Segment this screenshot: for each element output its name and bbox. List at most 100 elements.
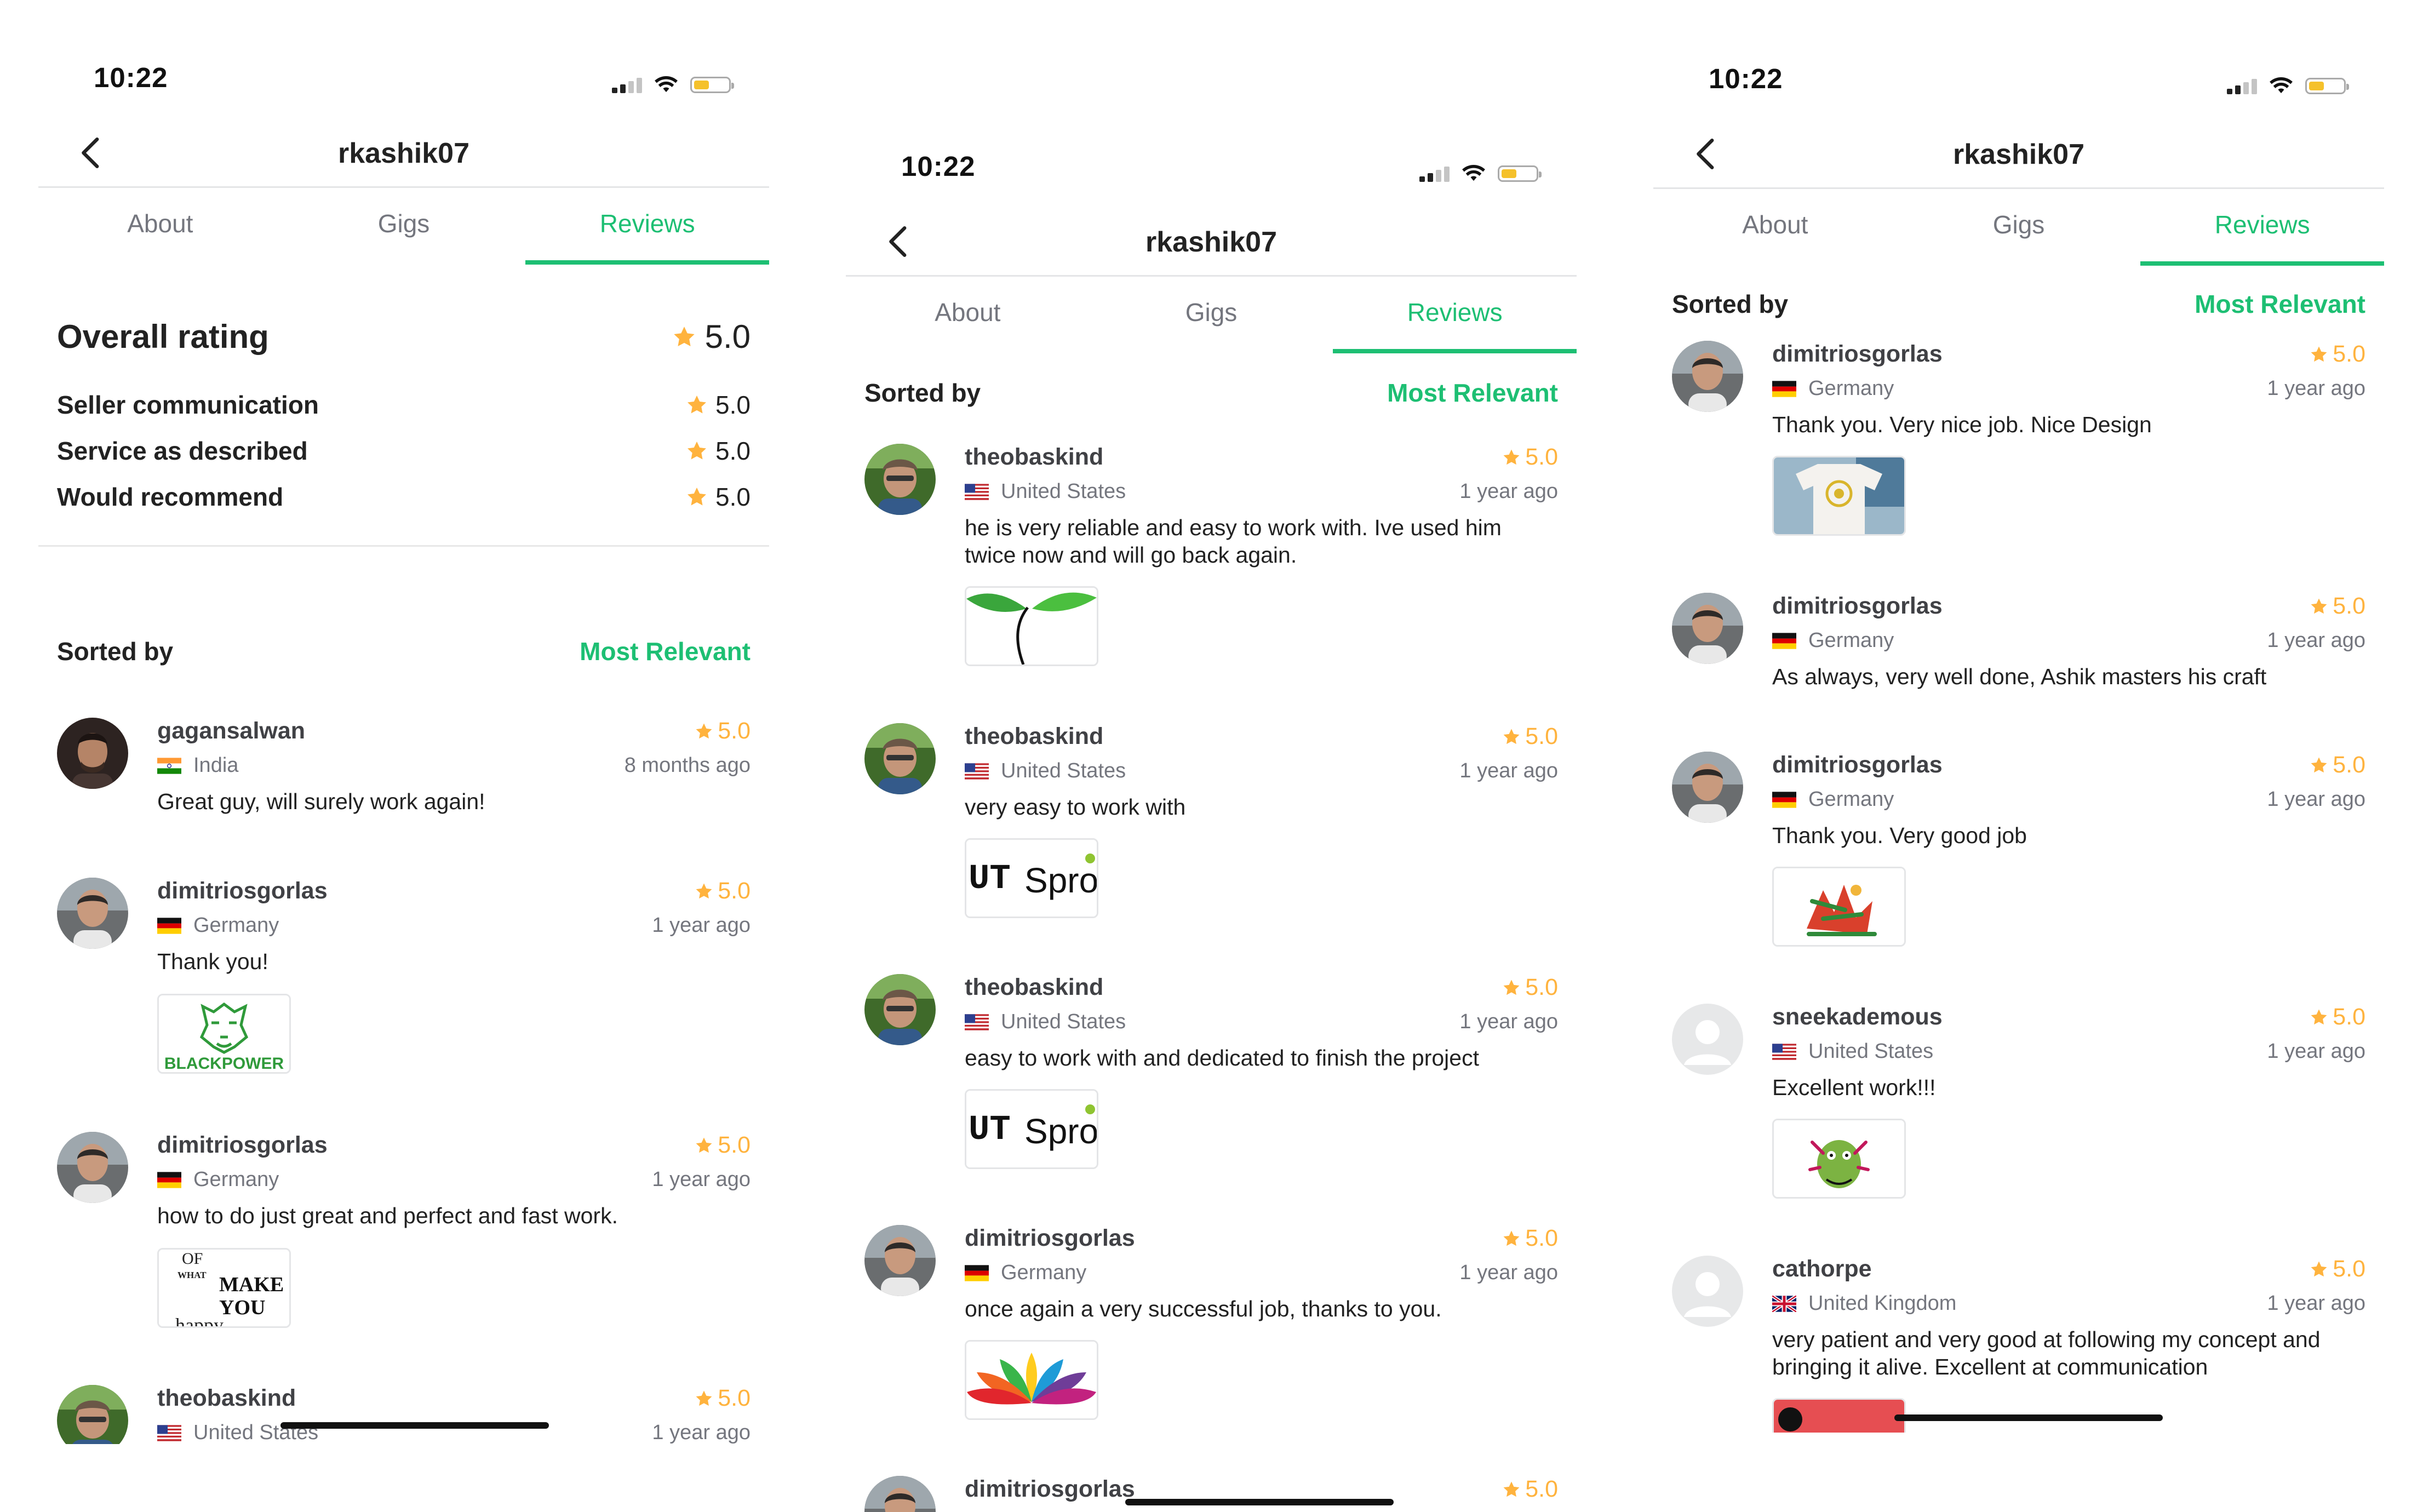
home-indicator[interactable] (1125, 1499, 1394, 1505)
review-attachment-thumbnail[interactable] (965, 586, 1098, 666)
avatar[interactable] (864, 1476, 936, 1512)
review-attachment-thumbnail[interactable]: OF WHAT MAKE YOU happy (157, 1248, 291, 1328)
default-avatar-icon[interactable] (1672, 1256, 1743, 1327)
flag-us-icon (965, 1014, 989, 1030)
tab-reviews[interactable]: Reviews (2140, 189, 2384, 266)
illustration-image (1774, 1120, 1904, 1197)
avatar[interactable] (864, 723, 936, 794)
tab-reviews[interactable]: Reviews (1333, 277, 1577, 353)
battery-icon (1498, 165, 1542, 182)
reviewer-name[interactable]: theobaskind (965, 444, 1103, 471)
tiger-logo-image: BLACKPOWER (159, 995, 289, 1072)
page-title: rkashik07 (338, 138, 469, 169)
reviewer-name[interactable]: dimitriosgorlas (965, 1476, 1135, 1503)
star-icon (695, 882, 713, 901)
sort-label: Sorted by (1672, 290, 1789, 318)
flag-germany-icon (1772, 633, 1796, 649)
tab-gigs[interactable]: Gigs (282, 188, 526, 265)
avatar[interactable] (864, 1225, 936, 1296)
reviewer-name[interactable]: dimitriosgorlas (1772, 341, 1943, 368)
reviewer-name[interactable]: sneekademous (1772, 1004, 1943, 1030)
review-rating: 5.0 (2310, 752, 2365, 778)
reviewer-name[interactable]: theobaskind (157, 1385, 296, 1412)
battery-icon (690, 77, 734, 93)
review-attachment-thumbnail[interactable] (1772, 1119, 1906, 1199)
reviewer-name[interactable]: theobaskind (965, 974, 1103, 1001)
avatar[interactable] (1672, 593, 1743, 664)
review-text: he is very reliable and easy to work wit… (965, 515, 1502, 568)
battery-icon (2305, 78, 2349, 94)
logo-image: UT Spro (966, 840, 1097, 917)
review-attachment-thumbnail[interactable] (1772, 867, 1906, 947)
status-bar: 10:22 (0, 0, 807, 93)
sort-dropdown[interactable]: Most Relevant (2195, 289, 2365, 319)
review-rating: 5.0 (2310, 341, 2365, 368)
tab-bar: About Gigs Reviews (846, 277, 1577, 353)
review-attachment-thumbnail[interactable]: UT Spro (965, 838, 1098, 918)
reviewer-country: United Kingdom (1772, 1292, 1956, 1315)
review-time: 1 year ago (652, 914, 751, 937)
avatar[interactable] (57, 878, 128, 949)
review-text: easy to work with and dedicated to finis… (965, 1045, 1479, 1070)
reviewer-country: United States (965, 480, 1126, 503)
thumb-text: UT (969, 1110, 1011, 1150)
star-icon (2310, 1260, 2328, 1279)
avatar[interactable] (57, 718, 128, 789)
flag-us-icon (157, 1425, 181, 1441)
tab-reviews[interactable]: Reviews (525, 188, 769, 265)
lotus-logo-image (966, 1342, 1097, 1418)
flag-us-icon (965, 763, 989, 780)
reviewer-name[interactable]: dimitriosgorlas (1772, 752, 1943, 778)
reviewer-country: Germany (1772, 629, 1894, 652)
tab-gigs[interactable]: Gigs (1090, 277, 1333, 353)
star-icon (695, 722, 713, 741)
avatar[interactable] (864, 444, 936, 515)
home-indicator[interactable] (1894, 1414, 2163, 1421)
reviewer-name[interactable]: dimitriosgorlas (1772, 593, 1943, 620)
avatar[interactable] (1672, 341, 1743, 412)
overall-rating-value: 5.0 (672, 318, 751, 356)
tab-about[interactable]: About (846, 277, 1090, 353)
logo-image: UT Spro (966, 1091, 1097, 1167)
review-time: 1 year ago (1459, 480, 1558, 503)
review-text: Excellent work!!! (1772, 1075, 1936, 1100)
tab-about[interactable]: About (1653, 189, 1897, 266)
overall-rating-title: Overall rating (57, 318, 269, 355)
rating-row-value: 5.0 (686, 436, 751, 466)
reviewer-name[interactable]: gagansalwan (157, 718, 305, 744)
review-attachment-thumbnail[interactable] (965, 1340, 1098, 1420)
review-attachment-thumbnail[interactable] (1772, 1398, 1906, 1433)
reviewer-name[interactable]: dimitriosgorlas (157, 878, 328, 904)
home-indicator[interactable] (280, 1422, 549, 1429)
reviewer-name[interactable]: cathorpe (1772, 1256, 1872, 1282)
avatar[interactable] (57, 1132, 128, 1203)
review-text: Thank you. Very nice job. Nice Design (1772, 412, 2152, 437)
reviewer-country: Germany (965, 1261, 1086, 1285)
star-icon (1502, 978, 1521, 997)
review-time: 1 year ago (652, 1168, 751, 1191)
sort-dropdown[interactable]: Most Relevant (1387, 378, 1558, 408)
review-time: 1 year ago (1459, 1261, 1558, 1284)
status-icons (2227, 68, 2349, 94)
flag-germany-icon (157, 918, 181, 934)
reviewer-country: United States (965, 759, 1126, 783)
review-attachment-thumbnail[interactable] (1772, 456, 1906, 536)
avatar[interactable] (1672, 752, 1743, 823)
star-icon (695, 1389, 713, 1408)
rating-row-value: 5.0 (686, 390, 751, 420)
status-time: 10:22 (94, 62, 168, 93)
review-attachment-thumbnail[interactable]: UT Spro (965, 1089, 1098, 1169)
tab-gigs[interactable]: Gigs (1897, 189, 2141, 266)
flag-india-icon (157, 758, 181, 774)
tab-about[interactable]: About (38, 188, 282, 265)
reviewer-name[interactable]: dimitriosgorlas (157, 1132, 328, 1159)
star-icon (1502, 448, 1521, 467)
reviewer-name[interactable]: theobaskind (965, 723, 1103, 750)
reviewer-name[interactable]: dimitriosgorlas (965, 1225, 1135, 1252)
review-text: very easy to work with (965, 794, 1186, 820)
review-time: 1 year ago (2267, 788, 2365, 811)
default-avatar-icon[interactable] (1672, 1004, 1743, 1075)
review-attachment-thumbnail[interactable]: BLACKPOWER (157, 994, 291, 1074)
avatar[interactable] (864, 974, 936, 1045)
sort-dropdown[interactable]: Most Relevant (580, 637, 751, 666)
